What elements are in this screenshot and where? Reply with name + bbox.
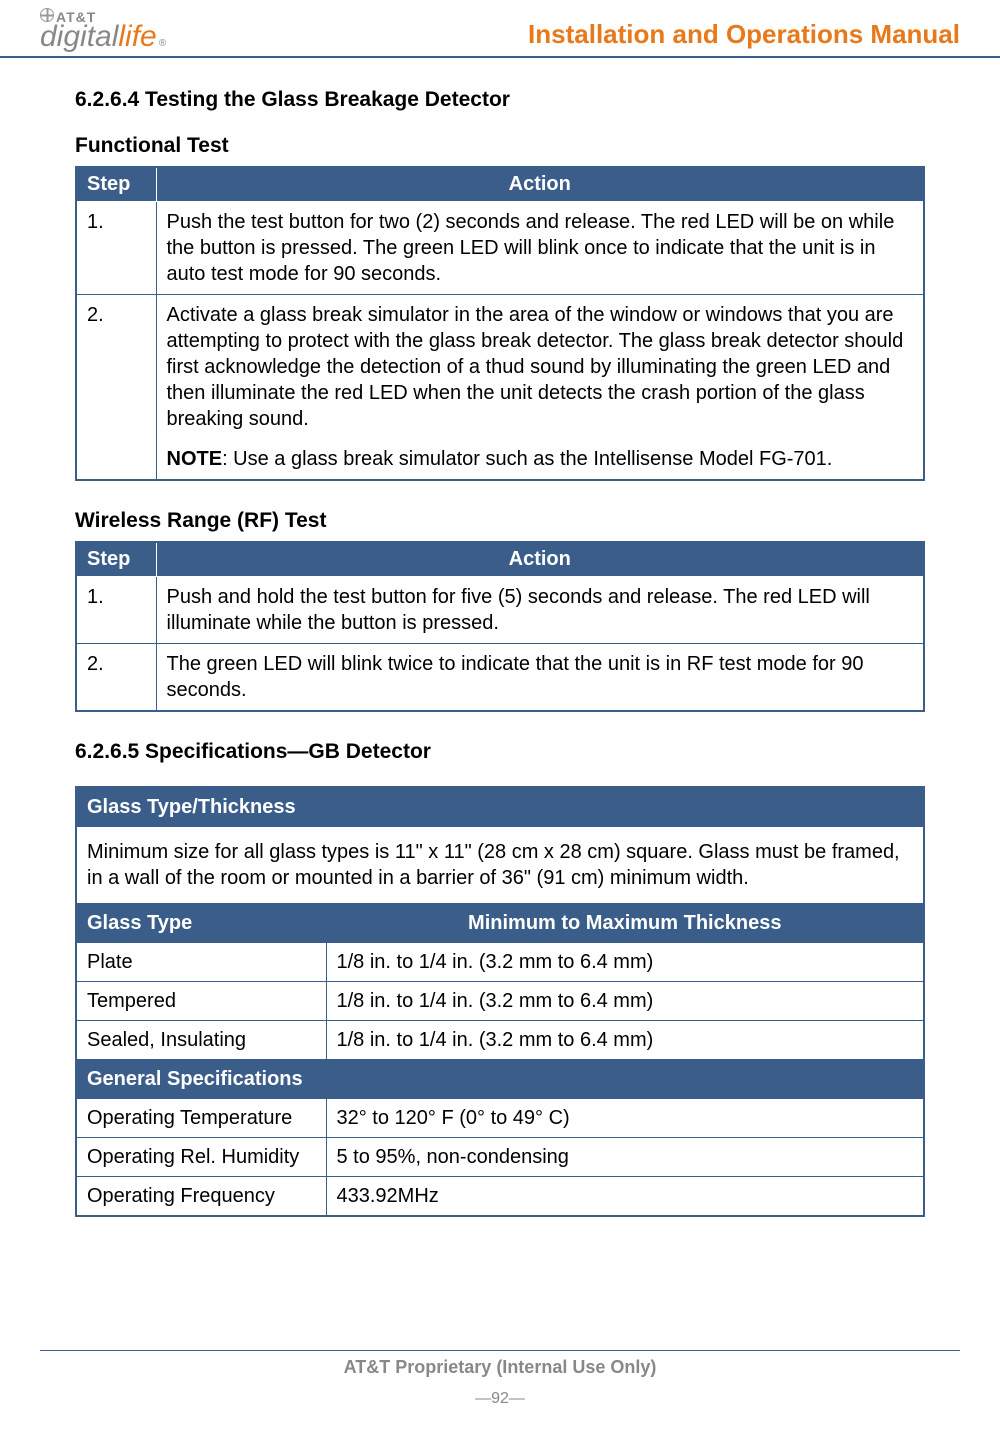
step-action: The green LED will blink twice to indica… bbox=[156, 644, 924, 712]
table-row: Operating Rel. Humidity 5 to 95%, non-co… bbox=[76, 1138, 924, 1177]
step-action-text: Activate a glass break simulator in the … bbox=[167, 304, 904, 430]
page-header: AT&T digitallife® Installation and Opera… bbox=[0, 0, 1000, 58]
spec-table: Glass Type/Thickness Minimum size for al… bbox=[75, 786, 925, 1217]
table-row: Plate 1/8 in. to 1/4 in. (3.2 mm to 6.4 … bbox=[76, 943, 924, 982]
page-footer: AT&T Proprietary (Internal Use Only) —92… bbox=[0, 1350, 1000, 1408]
glass-type: Sealed, Insulating bbox=[76, 1021, 326, 1060]
glass-thickness: 1/8 in. to 1/4 in. (3.2 mm to 6.4 mm) bbox=[326, 1021, 924, 1060]
logo-registered: ® bbox=[159, 39, 166, 49]
spec-val: 5 to 95%, non-condensing bbox=[326, 1138, 924, 1177]
spec-key: Operating Temperature bbox=[76, 1099, 326, 1138]
col-action: Action bbox=[156, 167, 924, 202]
col-step: Step bbox=[76, 542, 156, 577]
col-step: Step bbox=[76, 167, 156, 202]
col-action: Action bbox=[156, 542, 924, 577]
note-text: : Use a glass break simulator such as th… bbox=[222, 448, 832, 470]
table-row: 1. Push the test button for two (2) seco… bbox=[76, 202, 924, 295]
page-content: 6.2.6.4 Testing the Glass Breakage Detec… bbox=[0, 58, 1000, 1217]
logo: AT&T digitallife® bbox=[40, 8, 166, 52]
glass-thickness: 1/8 in. to 1/4 in. (3.2 mm to 6.4 mm) bbox=[326, 943, 924, 982]
general-spec-header: General Specifications bbox=[76, 1060, 924, 1099]
glass-thickness: 1/8 in. to 1/4 in. (3.2 mm to 6.4 mm) bbox=[326, 982, 924, 1021]
functional-test-table: Step Action 1. Push the test button for … bbox=[75, 166, 925, 481]
functional-test-heading: Functional Test bbox=[75, 134, 925, 158]
table-row: Sealed, Insulating 1/8 in. to 1/4 in. (3… bbox=[76, 1021, 924, 1060]
proprietary-text: AT&T Proprietary (Internal Use Only) bbox=[0, 1357, 1000, 1378]
spec-key: Operating Frequency bbox=[76, 1177, 326, 1217]
logo-life-text: life bbox=[118, 22, 156, 52]
step-action: Push and hold the test button for five (… bbox=[156, 577, 924, 644]
glass-desc: Minimum size for all glass types is 11" … bbox=[76, 827, 924, 904]
spec-val: 32° to 120° F (0° to 49° C) bbox=[326, 1099, 924, 1138]
spec-key: Operating Rel. Humidity bbox=[76, 1138, 326, 1177]
step-number: 1. bbox=[76, 202, 156, 295]
step-number: 1. bbox=[76, 577, 156, 644]
step-action: Activate a glass break simulator in the … bbox=[156, 295, 924, 481]
table-row: Operating Frequency 433.92MHz bbox=[76, 1177, 924, 1217]
manual-title: Installation and Operations Manual bbox=[528, 19, 960, 52]
note: NOTE: Use a glass break simulator such a… bbox=[167, 446, 914, 472]
glass-type: Plate bbox=[76, 943, 326, 982]
section-6265-title: 6.2.6.5 Specifications—GB Detector bbox=[75, 740, 925, 764]
section-6264-title: 6.2.6.4 Testing the Glass Breakage Detec… bbox=[75, 88, 925, 112]
rf-test-table: Step Action 1. Push and hold the test bu… bbox=[75, 541, 925, 712]
step-action: Push the test button for two (2) seconds… bbox=[156, 202, 924, 295]
glass-type-header: Glass Type/Thickness bbox=[76, 787, 924, 827]
logo-main: digitallife® bbox=[40, 22, 166, 52]
table-row: Operating Temperature 32° to 120° F (0° … bbox=[76, 1099, 924, 1138]
table-row: 2. The green LED will blink twice to ind… bbox=[76, 644, 924, 712]
rf-test-heading: Wireless Range (RF) Test bbox=[75, 509, 925, 533]
spec-val: 433.92MHz bbox=[326, 1177, 924, 1217]
step-number: 2. bbox=[76, 295, 156, 481]
logo-digital-text: digital bbox=[40, 22, 118, 52]
table-row: 1. Push and hold the test button for fiv… bbox=[76, 577, 924, 644]
col-thickness: Minimum to Maximum Thickness bbox=[326, 904, 924, 943]
col-glass-type: Glass Type bbox=[76, 904, 326, 943]
page-number: —92— bbox=[0, 1390, 1000, 1408]
table-row: Tempered 1/8 in. to 1/4 in. (3.2 mm to 6… bbox=[76, 982, 924, 1021]
note-label: NOTE bbox=[167, 448, 223, 470]
table-row: 2. Activate a glass break simulator in t… bbox=[76, 295, 924, 481]
globe-icon bbox=[40, 8, 54, 22]
glass-type: Tempered bbox=[76, 982, 326, 1021]
footer-divider bbox=[40, 1350, 960, 1351]
step-number: 2. bbox=[76, 644, 156, 712]
